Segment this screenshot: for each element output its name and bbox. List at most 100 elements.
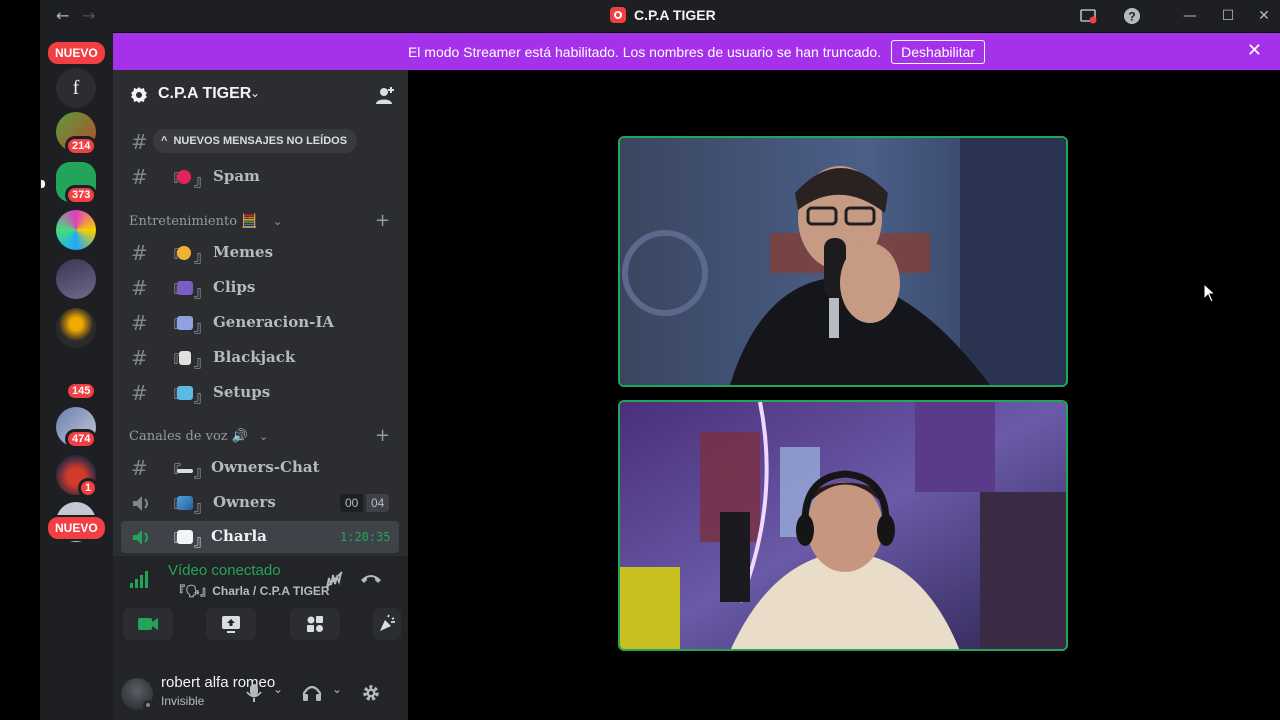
window-title: C.P.A TIGER — [634, 7, 716, 23]
video-tile-participant-1[interactable] — [618, 136, 1068, 387]
category-entertainment[interactable]: Entretenimiento 🧮 — [129, 214, 257, 229]
threads-hash-icon: # — [131, 456, 148, 480]
voice-status: Vídeo conectado — [168, 562, 281, 579]
mention-badge: 373 — [65, 185, 98, 205]
app-logo-icon — [610, 7, 626, 23]
hash-icon: # — [131, 276, 148, 300]
soundboard-button[interactable] — [373, 608, 401, 640]
channel-emoji-icon — [177, 170, 191, 184]
channel-name: Blackjack — [213, 348, 296, 366]
gear-icon[interactable] — [361, 683, 381, 703]
channel-emoji-icon — [177, 246, 191, 260]
mention-badge: 1 — [78, 478, 99, 498]
voice-connection-panel: Vídeo conectado 『🗣』Charla / C.P.A TIGER — [113, 556, 408, 669]
hash-icon: # — [131, 311, 148, 335]
banner-message: El modo Streamer está habilitado. Los no… — [407, 43, 882, 60]
unread-pill-label: NUEVOS MENSAJES NO LEÍDOS — [173, 135, 348, 147]
screen-share-icon — [222, 616, 240, 633]
voice-channel-link[interactable]: 『🗣』Charla / C.P.A TIGER — [173, 582, 330, 599]
soundboard-icon — [380, 614, 395, 631]
microphone-icon[interactable] — [246, 683, 262, 703]
line-emoji-icon — [177, 469, 193, 473]
channel-blackjack[interactable]: # 『 』 Blackjack — [121, 342, 399, 374]
chevron-up-icon: ^ — [161, 135, 168, 147]
title-bar: ← → C.P.A TIGER ? — ☐ ✕ — [40, 0, 1280, 32]
playing-card-icon — [179, 351, 191, 365]
channel-name: Setups — [213, 383, 271, 401]
channel-spam[interactable]: # 『 』 Spam — [121, 161, 399, 193]
chevron-down-icon: ⌄ — [273, 215, 283, 228]
inbox-icon[interactable] — [1070, 0, 1106, 32]
headphones-icon[interactable] — [302, 683, 322, 703]
channel-owners-chat[interactable]: # 『 』 Owners-Chat — [121, 452, 399, 484]
speaking-head-icon — [177, 530, 193, 544]
robot-icon — [177, 316, 193, 330]
maximize-button[interactable]: ☐ — [1210, 0, 1246, 32]
disable-streamer-button[interactable]: Deshabilitar — [891, 39, 986, 64]
channel-name: Generacion-IA — [213, 313, 335, 331]
invisible-status-icon — [143, 700, 153, 710]
chevron-down-icon: ⌄ — [250, 86, 261, 100]
guild-name: C.P.A TIGER — [158, 85, 252, 102]
noise-suppression-icon[interactable] — [324, 570, 344, 590]
voice-user-count: 00 — [340, 494, 364, 512]
server-icon-colorful[interactable] — [56, 210, 96, 250]
channel-generacion-ia[interactable]: # 『 』 Generacion-IA — [121, 307, 399, 339]
desktop-edge — [0, 0, 40, 720]
speaker-locked-icon — [133, 496, 148, 511]
help-icon[interactable]: ? — [1114, 0, 1150, 32]
video-tile-participant-2[interactable] — [618, 400, 1068, 651]
forward-arrow-icon[interactable]: → — [82, 6, 95, 25]
disconnect-call-icon[interactable] — [360, 572, 382, 586]
back-arrow-icon[interactable]: ← — [56, 6, 69, 25]
channel-memes[interactable]: # 『 』 Memes — [121, 237, 399, 269]
server-icon-f[interactable]: f — [56, 68, 96, 108]
channel-owners[interactable]: 『 』 Owners 00 04 — [121, 487, 399, 519]
window-title-area: C.P.A TIGER — [610, 7, 716, 23]
voice-user-limit: 04 — [366, 494, 390, 512]
close-window-button[interactable]: ✕ — [1246, 0, 1280, 32]
hash-icon: # — [131, 130, 148, 154]
clapperboard-icon — [177, 281, 193, 295]
channel-sidebar: C.P.A TIGER ⌄ # ^ NUEVOS MENSAJES NO LEÍ… — [113, 70, 408, 720]
computer-icon — [177, 386, 193, 400]
channel-clips[interactable]: # 『 』 Clips — [121, 272, 399, 304]
add-channel-icon[interactable]: + — [375, 210, 390, 231]
add-channel-icon[interactable]: + — [375, 425, 390, 446]
user-panel: robert alfa romeo Invisible ⌄ ⌄ — [113, 668, 408, 720]
new-unread-messages-pill[interactable]: ^ NUEVOS MENSAJES NO LEÍDOS — [153, 129, 358, 153]
channel-name: Memes — [213, 243, 274, 261]
channel-name: Clips — [213, 278, 256, 296]
guild-header[interactable]: C.P.A TIGER ⌄ — [113, 70, 408, 120]
minimize-button[interactable]: — — [1172, 0, 1208, 32]
speaker-icon — [133, 530, 148, 545]
channel-setups[interactable]: # 『 』 Setups — [121, 377, 399, 409]
hash-icon: # — [131, 346, 148, 370]
server-list: NUEVO f 214 373 145 474 1 NUEVO — [40, 32, 113, 720]
server-badge-icon — [131, 87, 147, 103]
signal-strength-icon[interactable] — [129, 571, 149, 589]
channel-name: Owners-Chat — [211, 458, 320, 476]
chevron-down-icon[interactable]: ⌄ — [332, 682, 342, 696]
screen-share-button[interactable] — [206, 608, 256, 640]
camera-toggle-button[interactable] — [123, 608, 173, 640]
close-banner-icon[interactable]: ✕ — [1247, 40, 1262, 61]
activities-icon — [307, 616, 323, 632]
channel-charla-active[interactable]: 『 』 Charla 1:20:35 — [121, 521, 399, 553]
streamer-mode-banner: El modo Streamer está habilitado. Los no… — [113, 33, 1280, 70]
activities-button[interactable] — [290, 608, 340, 640]
chevron-down-icon[interactable]: ⌄ — [273, 682, 283, 696]
user-status: Invisible — [161, 694, 205, 708]
mention-badge: 145 — [65, 381, 98, 401]
server-icon-character[interactable] — [56, 259, 96, 299]
channel-name: Spam — [213, 167, 260, 185]
participant-video-feed — [620, 138, 1066, 385]
call-timer: 1:20:35 — [340, 530, 391, 544]
video-call-stage — [408, 70, 1280, 720]
chevron-down-icon: ⌄ — [259, 430, 269, 443]
new-badge: NUEVO — [46, 40, 107, 66]
add-member-icon[interactable] — [374, 85, 396, 107]
category-voice-channels[interactable]: Canales de voz 🔊 — [129, 429, 248, 444]
channel-name: Owners — [213, 493, 276, 511]
server-icon-emblem[interactable] — [56, 308, 96, 348]
